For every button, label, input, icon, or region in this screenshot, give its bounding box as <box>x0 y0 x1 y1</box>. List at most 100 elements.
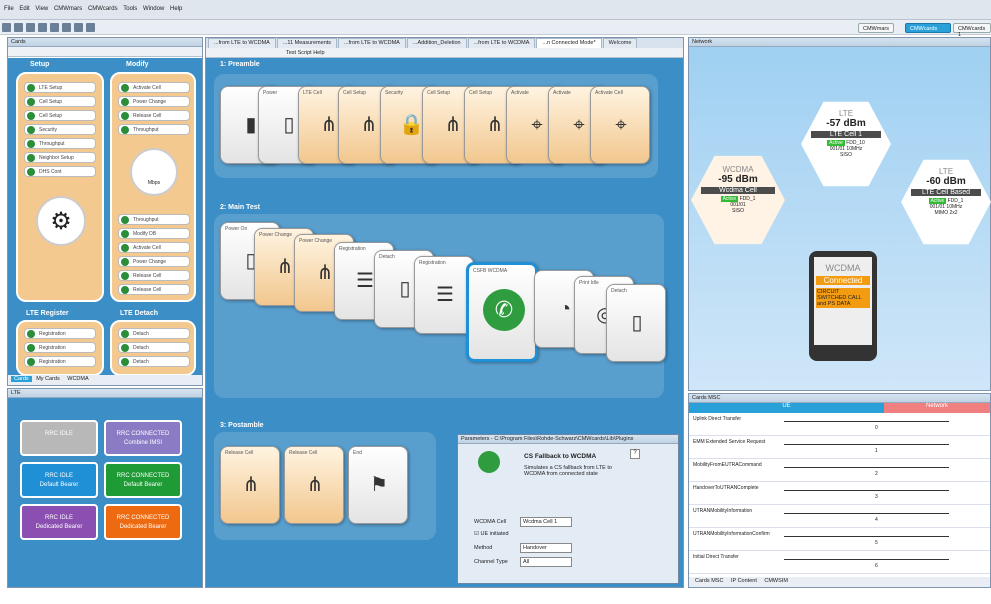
open-icon[interactable] <box>14 23 23 32</box>
modify-item[interactable]: Throughput <box>118 214 190 225</box>
modify-item[interactable]: Release Cell <box>118 270 190 281</box>
cards-panel-title: Cards <box>8 38 202 47</box>
post-card[interactable]: End ⚑ <box>348 446 408 524</box>
view-cmwcards-button[interactable]: CMWcards <box>905 23 951 33</box>
tab-my-cards[interactable]: My Cards <box>33 376 63 382</box>
ue-initiated-checkbox[interactable]: ☑ UE initiated <box>474 531 509 537</box>
lte2-tech: LTE <box>938 167 954 176</box>
view-cmwcards1-button[interactable]: CMWcards 1 <box>953 23 991 38</box>
modify-item[interactable]: Power Change <box>118 256 190 267</box>
main-card[interactable]: Registration ☰ <box>414 256 474 334</box>
lte-panel: LTE RRC IDLE RRC CONNECTED Combine IMSI R… <box>7 388 203 588</box>
test-script-help[interactable]: Test Script Help <box>286 50 325 56</box>
copy-icon[interactable] <box>50 23 59 32</box>
menu-view[interactable]: View <box>35 6 48 12</box>
doc-tab[interactable]: ...from LTE to WCDMA <box>467 38 536 48</box>
save-icon[interactable] <box>26 23 35 32</box>
modify-item[interactable]: Power Change <box>118 96 190 107</box>
method-select[interactable]: Handover <box>520 543 572 553</box>
lte-detach-card[interactable]: Detach Detach Detach <box>110 320 196 376</box>
wcdma-cell-node[interactable]: WCDMA -95 dBm Wcdma Cell Active FDD_1 00… <box>691 155 785 245</box>
detach-item[interactable]: Detach <box>118 356 190 367</box>
doc-tab[interactable]: ...from LTE to WCDMA <box>338 38 406 48</box>
doc-tab[interactable]: ...11 Measurements <box>276 38 338 48</box>
modify-item[interactable]: Throughput <box>118 124 190 135</box>
tab-ip-content[interactable]: IP Content <box>728 578 760 584</box>
view-cmwmars-button[interactable]: CMWmars <box>858 23 894 33</box>
phone-device[interactable]: WCDMA Connected CIRCUIT SWITCHED CALL an… <box>809 251 877 361</box>
state-rrc-connected-combine-imsi[interactable]: RRC CONNECTED Combine IMSI <box>104 420 182 456</box>
register-item[interactable]: Registration <box>24 342 96 353</box>
cut-icon[interactable] <box>38 23 47 32</box>
msc-row[interactable]: EMM Extended Service Request 1 <box>689 436 990 459</box>
setup-item[interactable]: Cell Setup <box>24 96 96 107</box>
phone-handset-icon: ✆ <box>483 289 525 331</box>
setup-item[interactable]: LTE Setup <box>24 82 96 93</box>
new-icon[interactable] <box>2 23 11 32</box>
state-rrc-idle-dedicated-bearer[interactable]: RRC IDLE Dedicated Bearer <box>20 504 98 540</box>
tower-icon: ⋔ <box>242 474 260 496</box>
lock-icon: 🔒 <box>399 114 424 136</box>
setup-item[interactable]: Throughput <box>24 138 96 149</box>
detach-icon <box>121 330 129 338</box>
state-rrc-connected-dedicated-bearer[interactable]: RRC CONNECTED Dedicated Bearer <box>104 504 182 540</box>
tower-icon: ⋔ <box>486 114 504 136</box>
state-rrc-idle[interactable]: RRC IDLE <box>20 420 98 456</box>
lte-cell-1-node[interactable]: LTE -57 dBm LTE Cell 1 Active FDD_10 001… <box>801 101 891 187</box>
msc-row[interactable]: Uplink Direct Transfer 0 <box>689 413 990 436</box>
wcdma-cell-select[interactable]: Wcdma Cell 1 <box>520 517 572 527</box>
setup-card[interactable]: LTE Setup Cell Setup Cell Setup Security… <box>16 72 104 302</box>
state-rrc-idle-default-bearer[interactable]: RRC IDLE Default Bearer <box>20 462 98 498</box>
menu-file[interactable]: File <box>4 6 14 12</box>
register-item[interactable]: Registration <box>24 328 96 339</box>
doc-tab[interactable]: ...Addition_Deletion <box>406 38 467 48</box>
post-card[interactable]: Release Cell ⋔ <box>220 446 280 524</box>
paste-icon[interactable] <box>62 23 71 32</box>
main-card-selected-csfb[interactable]: CSFB WCDMA ✆ <box>466 262 538 362</box>
lte-cell-based-node[interactable]: LTE -60 dBm LTE Cell Based Active FDD_1 … <box>901 159 991 245</box>
doc-tab-welcome[interactable]: Welcome <box>602 38 638 48</box>
modify-card[interactable]: Activate Cell Power Change Release Cell … <box>110 72 196 302</box>
menu-cmwmars[interactable]: CMWmars <box>54 6 82 12</box>
tab-cmwsim[interactable]: CMWSIM <box>761 578 791 584</box>
network-panel: Network WCDMA -95 dBm Wcdma Cell Active … <box>688 37 991 391</box>
menu-help[interactable]: Help <box>170 6 182 12</box>
tab-cards[interactable]: Cards <box>11 376 32 382</box>
script-toolbar: Test Script Help <box>206 48 683 58</box>
msc-row[interactable]: UTRANMobilityInformation 4 <box>689 505 990 528</box>
modify-item[interactable]: Activate Cell <box>118 242 190 253</box>
modify-item[interactable]: Release Cell <box>118 284 190 295</box>
detach-item[interactable]: Detach <box>118 328 190 339</box>
detach-item[interactable]: Detach <box>118 342 190 353</box>
lte-register-card[interactable]: Registration Registration Registration <box>16 320 104 376</box>
doc-tab-active[interactable]: ...n Connected Mode* <box>536 38 602 48</box>
help-button[interactable]: ? <box>630 449 640 459</box>
msc-row[interactable]: HandoverToUTRANComplete 3 <box>689 482 990 505</box>
menu-edit[interactable]: Edit <box>19 6 29 12</box>
menu-cmwcards[interactable]: CMWcards <box>88 6 118 12</box>
setup-item[interactable]: Cell Setup <box>24 110 96 121</box>
modify-item[interactable]: Activate Cell <box>118 82 190 93</box>
channel-type-select[interactable]: All <box>520 557 572 567</box>
main-card[interactable]: Detach ▯ <box>606 284 666 362</box>
setup-item[interactable]: Neighbor Setup <box>24 152 96 163</box>
post-card[interactable]: Release Cell ⋔ <box>284 446 344 524</box>
tab-wcdma[interactable]: WCDMA <box>64 376 91 382</box>
modify-item[interactable]: Modify DB <box>118 228 190 239</box>
run-icon[interactable] <box>86 23 95 32</box>
state-rrc-connected-default-bearer[interactable]: RRC CONNECTED Default Bearer <box>104 462 182 498</box>
preamble-card[interactable]: Activate Cell ⌖ <box>590 86 650 164</box>
msc-row[interactable]: Initial Direct Transfer 6 <box>689 551 990 574</box>
modify-item[interactable]: Release Cell <box>118 110 190 121</box>
menu-tools[interactable]: Tools <box>123 6 137 12</box>
undo-icon[interactable] <box>74 23 83 32</box>
setup-item[interactable]: Security <box>24 124 96 135</box>
msc-row[interactable]: MobilityFromEUTRACommand 2 <box>689 459 990 482</box>
throughput-icon <box>27 140 35 148</box>
menu-window[interactable]: Window <box>143 6 164 12</box>
setup-item[interactable]: DHS Cont <box>24 166 96 177</box>
msc-row[interactable]: UTRANMobilityInformationConfirm 5 <box>689 528 990 551</box>
tab-cards-msc[interactable]: Cards MSC <box>692 578 726 584</box>
register-item[interactable]: Registration <box>24 356 96 367</box>
doc-tab[interactable]: ...from LTE to WCDMA <box>208 38 276 48</box>
